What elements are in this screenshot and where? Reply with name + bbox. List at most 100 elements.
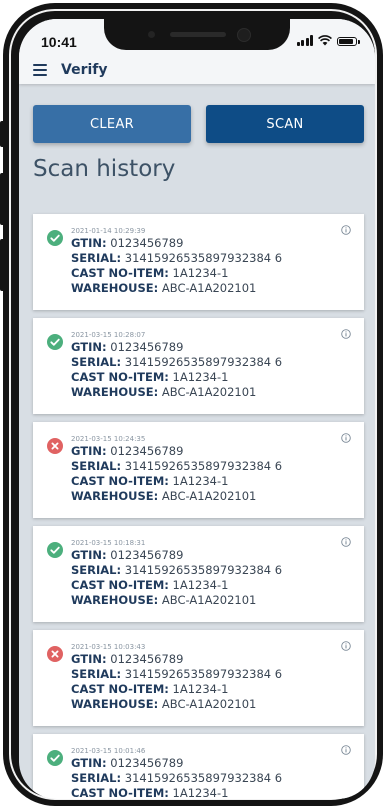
scan-history-card[interactable]: 2021-03-15 10:01:46 GTIN: 0123456789 SERIA…	[33, 734, 364, 799]
scan-details: GTIN: 0123456789 SERIAL: 3141592653589793…	[71, 444, 282, 504]
scan-history-card[interactable]: 2021-03-15 10:24:35 GTIN: 0123456789 SERIA…	[33, 422, 364, 518]
info-icon[interactable]	[341, 537, 351, 547]
warehouse-value: ABC-A1A202101	[161, 385, 257, 399]
scan-details: GTIN: 0123456789 SERIAL: 3141592653589793…	[71, 548, 282, 608]
cast-line: CAST NO-ITEM: 1A1234-1	[71, 786, 282, 799]
front-camera	[237, 28, 251, 42]
serial-line: SERIAL: 31415926535897932384 6	[71, 355, 282, 370]
app-screen: 10:41 Verify CLEAR SCAN Scan history 202…	[19, 19, 375, 799]
warehouse-label: WAREHOUSE:	[71, 489, 159, 503]
serial-line: SERIAL: 31415926535897932384 6	[71, 667, 282, 682]
warehouse-line: WAREHOUSE: ABC-A1A202101	[71, 697, 282, 712]
serial-label: SERIAL:	[71, 563, 122, 577]
scan-timestamp: 2021-03-15 10:01:46	[71, 747, 146, 755]
section-title: Scan history	[33, 156, 176, 182]
cast-line: CAST NO-ITEM: 1A1234-1	[71, 370, 282, 385]
gtin-value: 0123456789	[110, 548, 184, 562]
check-circle-icon	[47, 750, 63, 766]
warehouse-line: WAREHOUSE: ABC-A1A202101	[71, 385, 282, 400]
cast-line: CAST NO-ITEM: 1A1234-1	[71, 578, 282, 593]
serial-line: SERIAL: 31415926535897932384 6	[71, 251, 282, 266]
gtin-line: GTIN: 0123456789	[71, 756, 282, 771]
serial-value: 31415926535897932384 6	[124, 563, 283, 577]
warehouse-value: ABC-A1A202101	[161, 281, 257, 295]
gtin-value: 0123456789	[110, 756, 184, 770]
cast-value: 1A1234-1	[172, 474, 229, 488]
phone-notch	[104, 19, 290, 50]
cast-label: CAST NO-ITEM:	[71, 786, 169, 799]
gtin-line: GTIN: 0123456789	[71, 652, 282, 667]
gtin-value: 0123456789	[110, 444, 184, 458]
cast-label: CAST NO-ITEM:	[71, 682, 169, 696]
notch-sensor	[148, 31, 155, 38]
serial-label: SERIAL:	[71, 251, 122, 265]
wifi-icon	[318, 35, 332, 46]
status-time: 10:41	[41, 34, 77, 50]
gtin-value: 0123456789	[110, 652, 184, 666]
notch-speaker	[170, 32, 226, 37]
gtin-line: GTIN: 0123456789	[71, 548, 282, 563]
serial-line: SERIAL: 31415926535897932384 6	[71, 563, 282, 578]
info-icon[interactable]	[341, 433, 351, 443]
scan-history-card[interactable]: 2021-03-15 10:03:43 GTIN: 0123456789 SERIA…	[33, 630, 364, 726]
warehouse-label: WAREHOUSE:	[71, 385, 159, 399]
cast-label: CAST NO-ITEM:	[71, 474, 169, 488]
scan-button[interactable]: SCAN	[206, 105, 364, 143]
scan-history-card[interactable]: 2021-01-14 10:29:39 GTIN: 0123456789 SERIA…	[33, 214, 364, 310]
gtin-label: GTIN:	[71, 652, 107, 666]
serial-line: SERIAL: 31415926535897932384 6	[71, 459, 282, 474]
scan-timestamp: 2021-01-14 10:29:39	[71, 227, 146, 235]
error-circle-icon	[47, 438, 63, 454]
cast-value: 1A1234-1	[172, 266, 229, 280]
clear-button[interactable]: CLEAR	[33, 105, 191, 143]
gtin-line: GTIN: 0123456789	[71, 340, 282, 355]
warehouse-value: ABC-A1A202101	[161, 697, 257, 711]
serial-label: SERIAL:	[71, 667, 122, 681]
cast-value: 1A1234-1	[172, 786, 229, 799]
gtin-value: 0123456789	[110, 236, 184, 250]
serial-label: SERIAL:	[71, 355, 122, 369]
gtin-label: GTIN:	[71, 444, 107, 458]
check-circle-icon	[47, 230, 63, 246]
app-header: Verify	[19, 57, 375, 84]
serial-value: 31415926535897932384 6	[124, 771, 283, 785]
volume-up-button	[0, 173, 5, 225]
serial-line: SERIAL: 31415926535897932384 6	[71, 771, 282, 786]
gtin-label: GTIN:	[71, 236, 107, 250]
gtin-value: 0123456789	[110, 340, 184, 354]
warehouse-label: WAREHOUSE:	[71, 281, 159, 295]
scan-history-card[interactable]: 2021-03-15 10:28:07 GTIN: 0123456789 SERIA…	[33, 318, 364, 414]
gtin-label: GTIN:	[71, 340, 107, 354]
phone-frame: 10:41 Verify CLEAR SCAN Scan history 202…	[0, 3, 383, 806]
page-title: Verify	[61, 62, 108, 78]
scan-details: GTIN: 0123456789 SERIAL: 3141592653589793…	[71, 652, 282, 712]
menu-icon[interactable]	[33, 64, 47, 76]
cast-label: CAST NO-ITEM:	[71, 266, 169, 280]
mute-switch	[0, 121, 5, 147]
info-icon[interactable]	[341, 225, 351, 235]
cast-line: CAST NO-ITEM: 1A1234-1	[71, 474, 282, 489]
battery-icon	[337, 37, 360, 46]
scan-details: GTIN: 0123456789 SERIAL: 3141592653589793…	[71, 340, 282, 400]
check-circle-icon	[47, 542, 63, 558]
warehouse-value: ABC-A1A202101	[161, 593, 257, 607]
scan-timestamp: 2021-03-15 10:18:31	[71, 539, 146, 547]
warehouse-line: WAREHOUSE: ABC-A1A202101	[71, 489, 282, 504]
scan-history-card[interactable]: 2021-03-15 10:18:31 GTIN: 0123456789 SERIA…	[33, 526, 364, 622]
warehouse-line: WAREHOUSE: ABC-A1A202101	[71, 281, 282, 296]
serial-value: 31415926535897932384 6	[124, 667, 283, 681]
warehouse-line: WAREHOUSE: ABC-A1A202101	[71, 593, 282, 608]
cellular-signal-icon	[296, 35, 313, 46]
cast-label: CAST NO-ITEM:	[71, 578, 169, 592]
scan-details: GTIN: 0123456789 SERIAL: 3141592653589793…	[71, 756, 282, 799]
error-circle-icon	[47, 646, 63, 662]
info-icon[interactable]	[341, 745, 351, 755]
gtin-label: GTIN:	[71, 548, 107, 562]
cast-value: 1A1234-1	[172, 370, 229, 384]
info-icon[interactable]	[341, 641, 351, 651]
gtin-label: GTIN:	[71, 756, 107, 770]
serial-value: 31415926535897932384 6	[124, 355, 283, 369]
volume-down-button	[0, 239, 5, 291]
info-icon[interactable]	[341, 329, 351, 339]
status-icons	[296, 35, 360, 46]
